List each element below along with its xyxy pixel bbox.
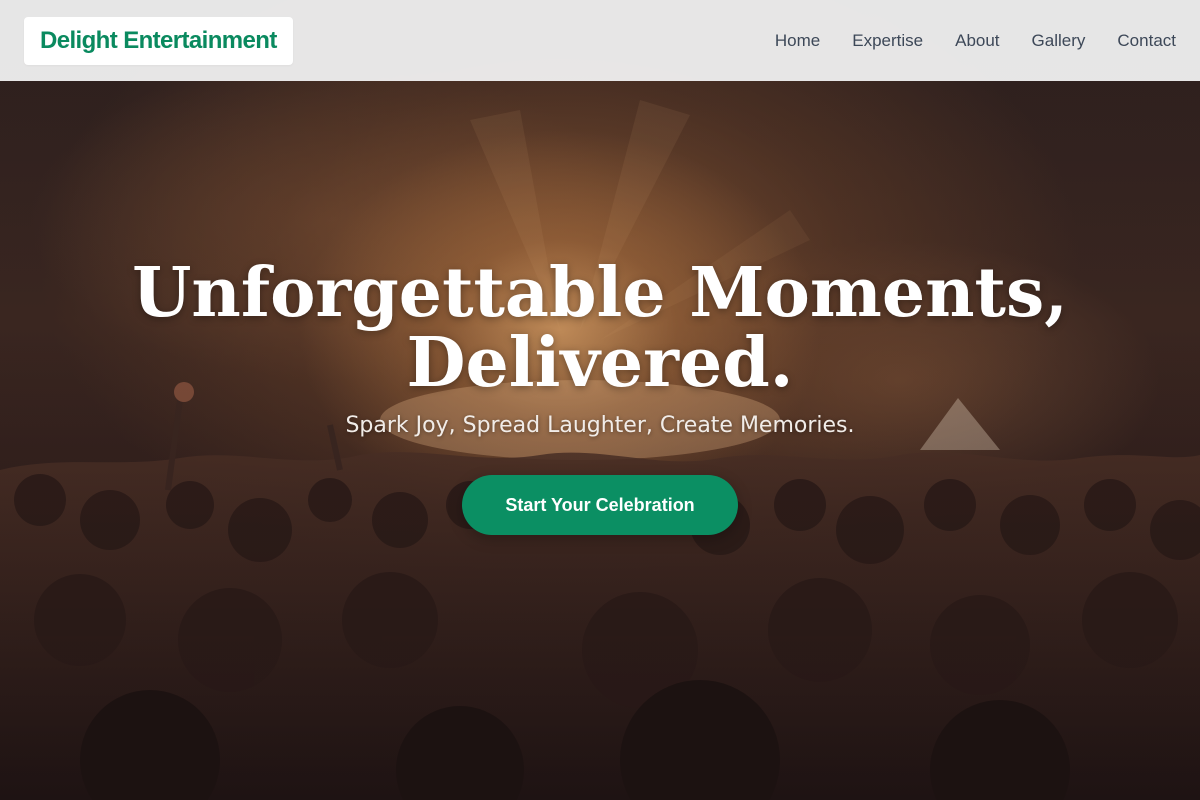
nav-link-about[interactable]: About xyxy=(955,31,999,51)
nav-link-gallery[interactable]: Gallery xyxy=(1032,31,1086,51)
start-celebration-button[interactable]: Start Your Celebration xyxy=(462,475,738,535)
brand-logo[interactable]: Delight Entertainment xyxy=(24,16,293,65)
hero-headline-line2: Delivered. xyxy=(406,323,794,403)
hero-headline: Unforgettable Moments, Delivered. xyxy=(0,258,1200,398)
main-nav: Home Expertise About Gallery Contact xyxy=(775,31,1176,51)
nav-link-contact[interactable]: Contact xyxy=(1117,31,1176,51)
hero-headline-line1: Unforgettable Moments, xyxy=(132,253,1068,333)
nav-link-home[interactable]: Home xyxy=(775,31,820,51)
brand-name: Delight Entertainment xyxy=(40,26,277,54)
hero-tagline: Spark Joy, Spread Laughter, Create Memor… xyxy=(345,413,855,438)
nav-link-expertise[interactable]: Expertise xyxy=(852,31,923,51)
page: Delight Entertainment Home Expertise Abo… xyxy=(0,0,1200,800)
site-header: Delight Entertainment Home Expertise Abo… xyxy=(0,0,1200,81)
hero-section: Unforgettable Moments, Delivered. Spark … xyxy=(0,258,1200,535)
